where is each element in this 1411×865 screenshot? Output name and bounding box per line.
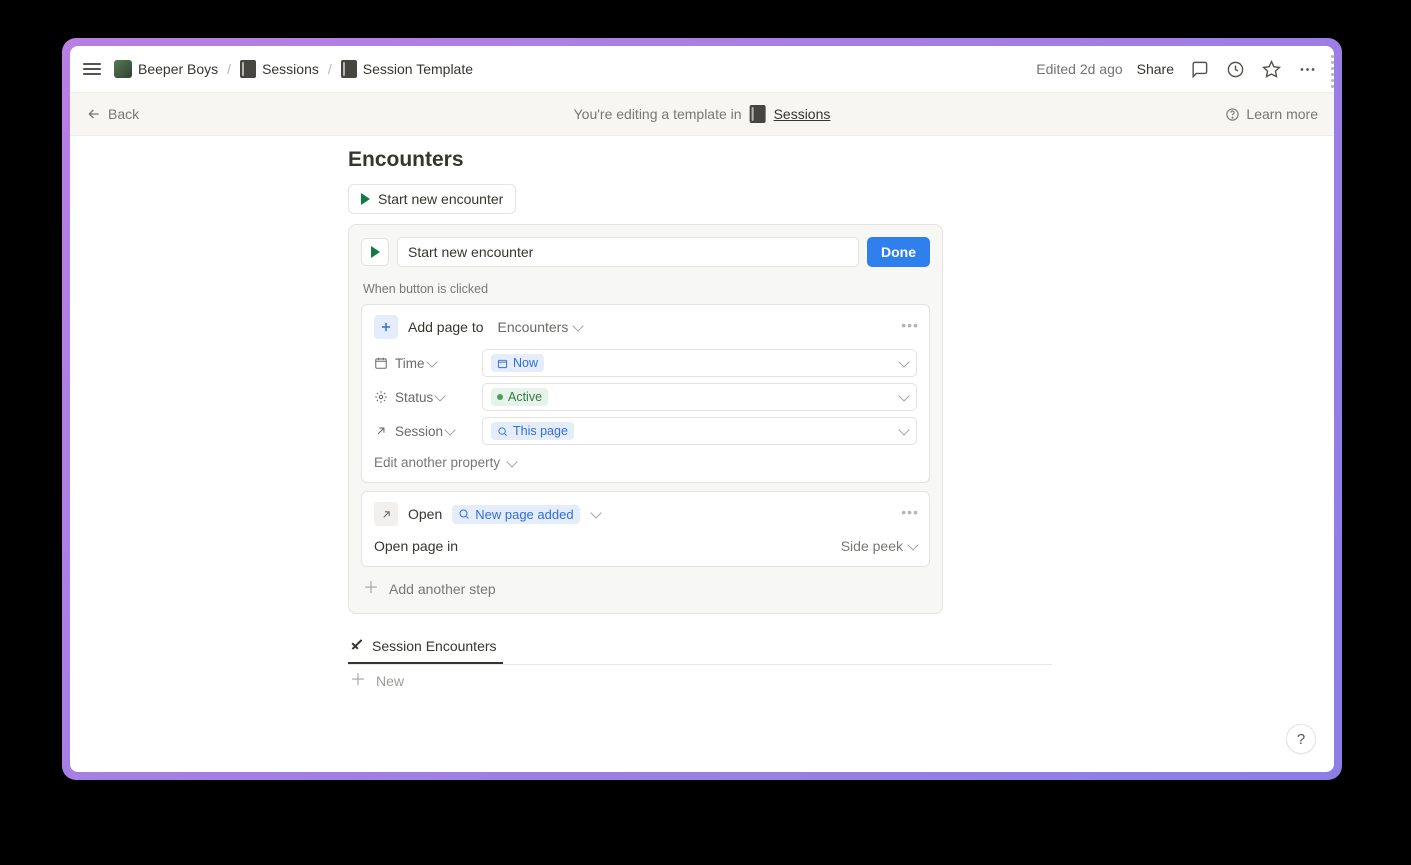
- view-tabs: Session Encounters: [348, 632, 1052, 665]
- menu-icon[interactable]: [80, 57, 104, 81]
- chevron-down-icon: [426, 356, 437, 367]
- history-icon[interactable]: [1224, 58, 1246, 80]
- chevron-down-icon: [444, 424, 455, 435]
- chevron-down-icon: [898, 424, 909, 435]
- help-button[interactable]: ?: [1286, 724, 1316, 754]
- banner-db-link[interactable]: Sessions: [774, 106, 831, 122]
- breadcrumb-workspace[interactable]: Beeper Boys: [110, 57, 222, 81]
- token-text: This page: [513, 424, 568, 438]
- step-action-label: Open: [408, 506, 442, 522]
- button-label: Start new encounter: [378, 191, 503, 207]
- prop-name: Time: [395, 356, 425, 371]
- favorite-icon[interactable]: [1260, 58, 1282, 80]
- breadcrumb-template[interactable]: Session Template: [337, 57, 477, 81]
- prop-row-status: Status Active: [374, 383, 917, 411]
- prop-label-status[interactable]: Status: [374, 390, 474, 405]
- breadcrumb-label: Sessions: [262, 61, 319, 77]
- when-clicked-label: When button is clicked: [363, 282, 930, 296]
- edited-label: Edited 2d ago: [1036, 61, 1122, 77]
- prop-value-status[interactable]: Active: [482, 383, 917, 411]
- breadcrumb-label: Beeper Boys: [138, 61, 218, 77]
- banner-msg: You're editing a template in: [574, 106, 742, 122]
- more-icon[interactable]: [1296, 58, 1318, 80]
- play-icon: [371, 246, 380, 258]
- chevron-down-icon: [506, 456, 517, 467]
- tab-label: Session Encounters: [372, 638, 497, 654]
- open-icon: [374, 502, 398, 526]
- page-icon: [341, 60, 357, 78]
- button-editor-card: Done When button is clicked Add page to …: [348, 224, 943, 614]
- target-label: New page added: [475, 507, 573, 522]
- prop-name: Status: [395, 390, 433, 405]
- run-button[interactable]: [361, 238, 389, 266]
- learn-more-label: Learn more: [1246, 106, 1318, 122]
- prop-name: Session: [395, 424, 443, 439]
- breadcrumb-separator: /: [227, 61, 231, 77]
- learn-more-link[interactable]: Learn more: [1225, 106, 1318, 122]
- workspace-icon: [114, 60, 132, 78]
- token-text: Now: [513, 356, 538, 370]
- db-name: Encounters: [498, 319, 569, 335]
- open-in-value[interactable]: Side peek: [841, 538, 917, 554]
- edit-another-property[interactable]: Edit another property: [374, 455, 917, 470]
- chevron-down-icon: [907, 539, 918, 550]
- prop-row-time: Time Now: [374, 349, 917, 377]
- automation-step-open: Open New page added ••• Open page in S: [361, 491, 930, 567]
- edit-another-label: Edit another property: [374, 455, 500, 470]
- add-another-step[interactable]: ＋ Add another step: [361, 575, 930, 603]
- plus-icon: [374, 315, 398, 339]
- automation-step-add-page: Add page to Encounters •••: [361, 304, 930, 483]
- back-button[interactable]: Back: [86, 106, 139, 122]
- breadcrumb-sessions[interactable]: Sessions: [236, 57, 323, 81]
- step-more-icon[interactable]: •••: [901, 317, 919, 333]
- page-title: Encounters: [348, 148, 1052, 172]
- topbar: Beeper Boys / Sessions / Session Templat…: [70, 46, 1334, 92]
- step-open-target[interactable]: New page added: [452, 505, 579, 524]
- new-row-button[interactable]: ＋ New: [348, 665, 1052, 697]
- add-step-label: Add another step: [389, 581, 496, 597]
- page-icon: [750, 105, 766, 123]
- chevron-down-icon: [590, 507, 601, 518]
- step-action-label: Add page to: [408, 319, 484, 335]
- page-icon: [240, 60, 256, 78]
- step-more-icon[interactable]: •••: [901, 504, 919, 520]
- chevron-down-icon: [435, 390, 446, 401]
- start-encounter-button[interactable]: Start new encounter: [348, 184, 516, 214]
- done-button[interactable]: Done: [867, 237, 930, 267]
- prop-label-session[interactable]: Session: [374, 424, 474, 439]
- back-label: Back: [108, 106, 139, 122]
- chevron-down-icon: [573, 320, 584, 331]
- play-icon: [361, 193, 370, 205]
- share-button[interactable]: Share: [1137, 61, 1174, 77]
- token-text: Active: [508, 390, 542, 404]
- open-in-label: Open page in: [374, 538, 458, 554]
- tab-session-encounters[interactable]: Session Encounters: [348, 632, 503, 664]
- prop-row-session: Session This page: [374, 417, 917, 445]
- prop-value-session[interactable]: This page: [482, 417, 917, 445]
- plus-icon: ＋: [350, 673, 366, 689]
- comments-icon[interactable]: [1188, 58, 1210, 80]
- open-in-text: Side peek: [841, 538, 903, 554]
- chevron-down-icon: [898, 390, 909, 401]
- chevron-down-icon: [898, 356, 909, 367]
- template-banner: Back You're editing a template in Sessio…: [70, 92, 1334, 136]
- prop-value-time[interactable]: Now: [482, 349, 917, 377]
- window-drag-handle[interactable]: [1329, 52, 1334, 91]
- button-name-input[interactable]: [397, 237, 859, 267]
- sword-icon: [350, 639, 364, 653]
- prop-label-time[interactable]: Time: [374, 356, 474, 371]
- breadcrumb-separator: /: [328, 61, 332, 77]
- new-label: New: [376, 673, 404, 689]
- breadcrumb-label: Session Template: [363, 61, 473, 77]
- step-target-db[interactable]: Encounters: [494, 317, 587, 337]
- page-content: Encounters Start new encounter Done When…: [70, 136, 1334, 772]
- plus-icon: ＋: [363, 581, 379, 597]
- breadcrumb: Beeper Boys / Sessions / Session Templat…: [110, 57, 477, 81]
